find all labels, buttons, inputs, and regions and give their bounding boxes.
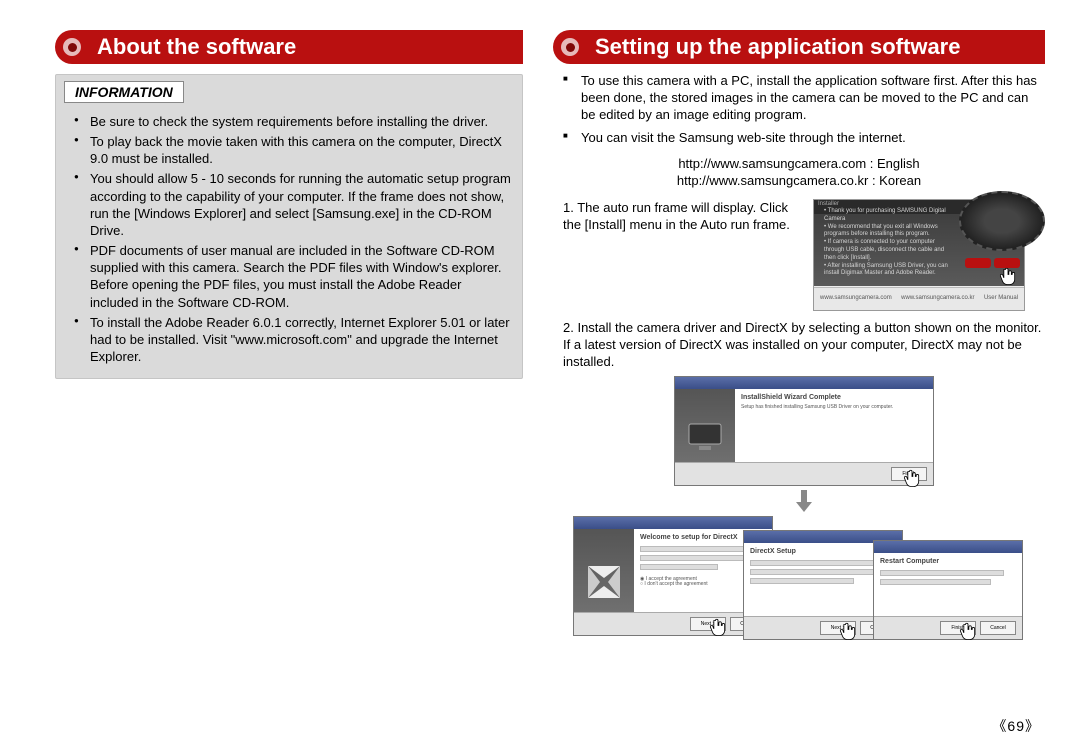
left-heading-ribbon: About the software — [55, 30, 523, 64]
steps: 1. The auto run frame will display. Clic… — [563, 199, 1045, 666]
camera-product-oval — [959, 191, 1045, 251]
intro-item: You can visit the Samsung web-site throu… — [577, 129, 1045, 146]
url-korean: http://www.samsungcamera.co.kr : Korean — [553, 172, 1045, 189]
right-column: Setting up the application software To u… — [553, 30, 1045, 666]
info-item: Be sure to check the system requirements… — [80, 113, 512, 130]
right-heading: Setting up the application software — [595, 34, 960, 60]
wizard-restart-computer: Restart Computer Finish Cancel — [873, 540, 1023, 640]
step-1: 1. The auto run frame will display. Clic… — [563, 199, 1045, 311]
info-item: To install the Adobe Reader 6.0.1 correc… — [80, 314, 512, 365]
url-english: http://www.samsungcamera.com : English — [553, 155, 1045, 172]
ribbon-bullet-icon — [63, 38, 81, 56]
hand-cursor-icon — [902, 468, 922, 490]
installer-footer-right: User Manual — [984, 295, 1018, 303]
hand-cursor-icon — [998, 266, 1018, 288]
cancel-button[interactable]: Cancel — [980, 621, 1016, 635]
information-box: INFORMATION Be sure to check the system … — [55, 74, 523, 379]
step-2: 2. Install the camera driver and DirectX… — [563, 319, 1045, 370]
wizard-title: Restart Computer — [880, 557, 1016, 566]
ribbon-bullet-icon — [561, 38, 579, 56]
wizard-installshield-complete: InstallShield Wizard Complete Setup has … — [674, 376, 934, 486]
info-item: You should allow 5 - 10 seconds for runn… — [80, 170, 512, 239]
wizard-text: Setup has finished installing Samsung US… — [741, 405, 927, 411]
manual-page: About the software INFORMATION Be sure t… — [0, 0, 1080, 746]
wizard-title: InstallShield Wizard Complete — [741, 393, 927, 402]
hand-cursor-icon — [958, 621, 978, 643]
step2-number: 2. — [563, 320, 574, 335]
intro-item: To use this camera with a PC, install th… — [577, 72, 1045, 123]
hand-cursor-icon — [838, 621, 858, 643]
left-heading: About the software — [97, 34, 296, 60]
info-item: To play back the movie taken with this c… — [80, 133, 512, 167]
url-block: http://www.samsungcamera.com : English h… — [553, 155, 1045, 189]
installer-footer-mid: www.samsungcamera.co.kr — [901, 295, 974, 303]
info-item: PDF documents of user manual are include… — [80, 242, 512, 311]
installer-footer-left: www.samsungcamera.com — [820, 295, 892, 303]
step1-text: The auto run frame will display. Click t… — [563, 200, 790, 232]
information-label: INFORMATION — [64, 81, 184, 103]
left-column: About the software INFORMATION Be sure t… — [55, 30, 523, 666]
right-heading-ribbon: Setting up the application software — [553, 30, 1045, 64]
page-number: 《69》 — [992, 716, 1040, 736]
intro-list: To use this camera with a PC, install th… — [577, 72, 1045, 147]
information-list: Be sure to check the system requirements… — [80, 113, 512, 365]
wizard-cascade: Welcome to setup for DirectX ◉ I accept … — [573, 516, 1045, 666]
step1-number: 1. — [563, 200, 574, 215]
hand-cursor-icon — [708, 617, 728, 639]
arrow-down-icon — [796, 490, 812, 512]
step2-text: Install the camera driver and DirectX by… — [563, 320, 1041, 369]
